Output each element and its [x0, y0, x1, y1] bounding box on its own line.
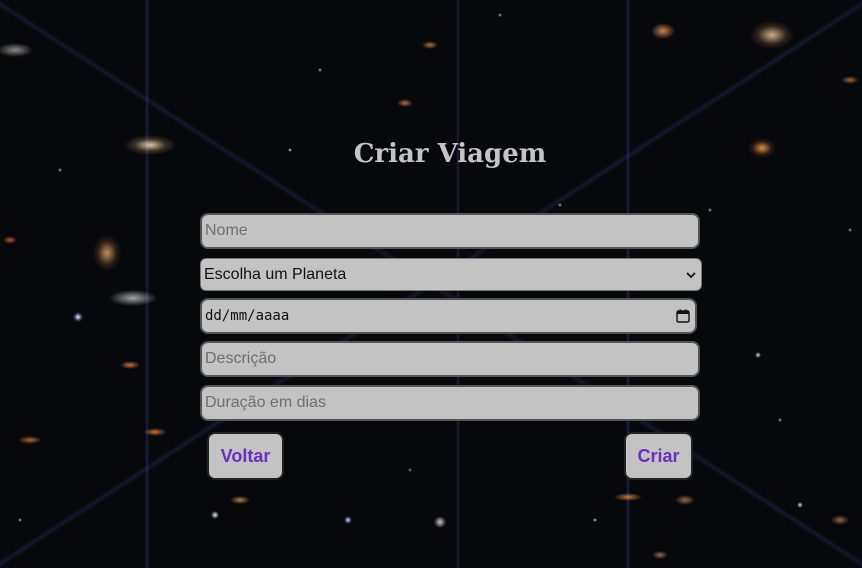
- criar-button[interactable]: Criar: [624, 432, 693, 480]
- calendar-icon[interactable]: [676, 309, 690, 323]
- page-title: Criar Viagem: [353, 139, 547, 169]
- chevron-down-icon: [686, 268, 696, 282]
- data-placeholder: dd/mm/aaaa: [205, 308, 290, 324]
- nome-input[interactable]: Nome: [200, 213, 700, 249]
- voltar-button[interactable]: Voltar: [207, 432, 284, 480]
- space-background: Criar Viagem Nome Escolha um Planeta dd/…: [0, 0, 862, 568]
- descricao-placeholder: Descrição: [205, 350, 277, 367]
- duracao-placeholder: Duração em dias: [205, 394, 326, 411]
- planeta-selected-value: Escolha um Planeta: [204, 265, 347, 283]
- planeta-select[interactable]: Escolha um Planeta: [200, 258, 702, 291]
- nome-placeholder: Nome: [205, 222, 248, 239]
- data-input[interactable]: dd/mm/aaaa: [200, 298, 697, 334]
- duracao-input[interactable]: Duração em dias: [200, 385, 700, 421]
- descricao-input[interactable]: Descrição: [200, 341, 700, 377]
